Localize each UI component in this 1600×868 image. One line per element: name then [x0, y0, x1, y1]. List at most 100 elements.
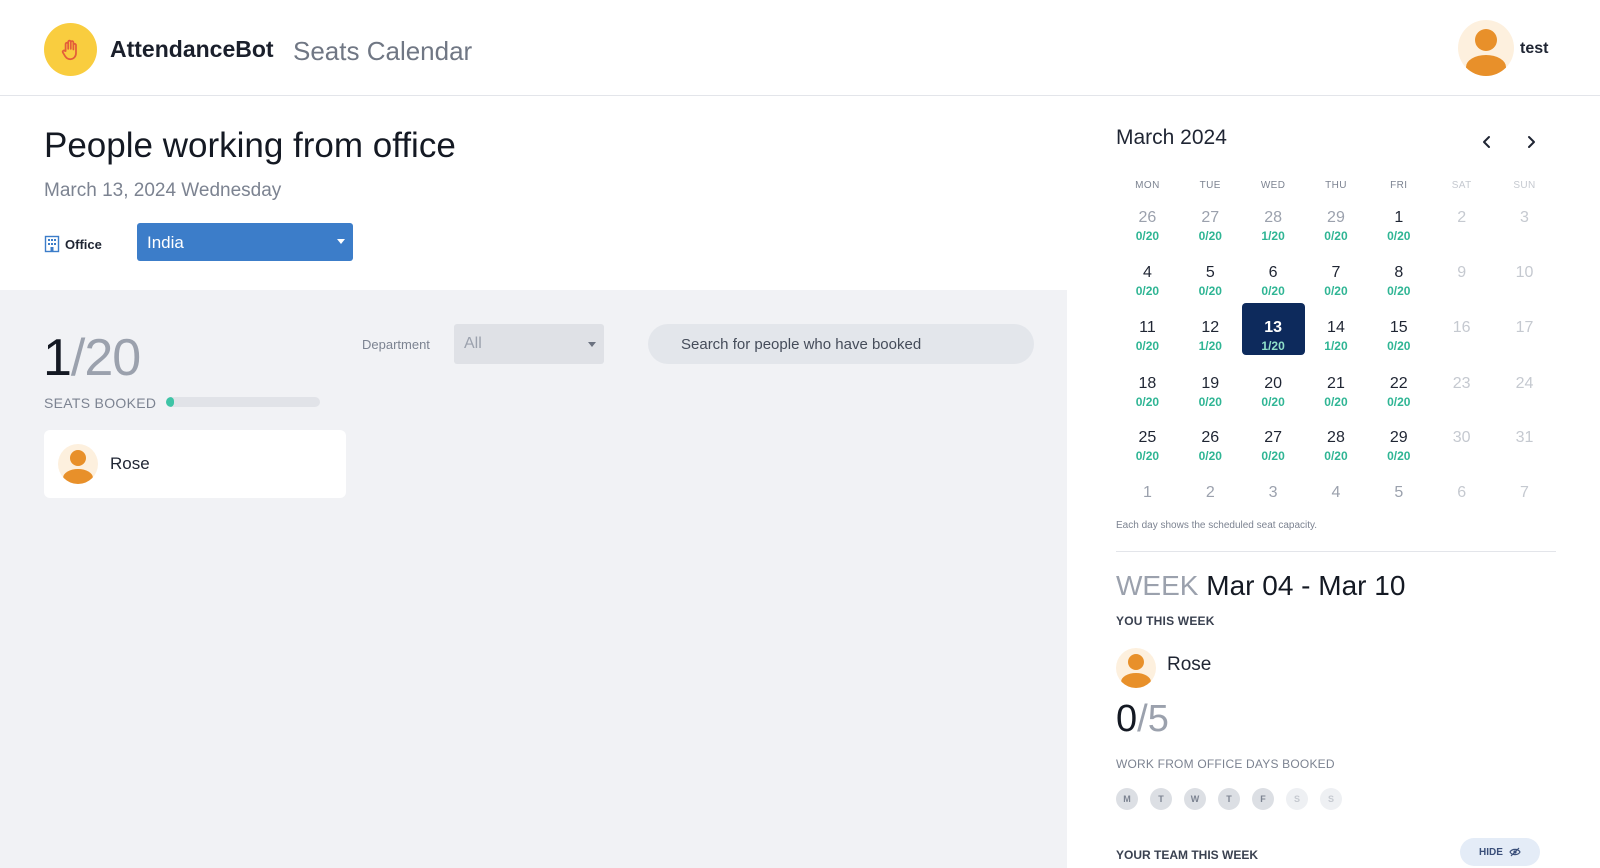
chevron-left-icon[interactable] [1475, 130, 1499, 154]
calendar-day[interactable]: 26 0/20 [1179, 411, 1242, 466]
calendar-day[interactable]: 8 0/20 [1367, 246, 1430, 301]
eye-slash-icon [1509, 847, 1521, 857]
weekday-header: SUN [1513, 180, 1536, 191]
calendar-day[interactable]: 12 1/20 [1179, 301, 1242, 356]
calendar-day[interactable]: 50/20 [1367, 466, 1430, 500]
office-select[interactable]: India [137, 223, 353, 261]
hide-button[interactable]: HIDE [1460, 838, 1540, 866]
calendar-day[interactable]: 26 0/20 [1116, 191, 1179, 246]
calendar-day[interactable]: 30/20 [1242, 466, 1305, 500]
day-capacity: 1/20 [1261, 338, 1285, 353]
day-number: 19 [1201, 374, 1220, 392]
day-number: 3 [1520, 209, 1529, 226]
calendar-day[interactable]: 25 0/20 [1116, 411, 1179, 466]
calendar-day[interactable]: 7 0/20 [1305, 246, 1368, 301]
day-number: 22 [1389, 374, 1408, 392]
calendar-day[interactable]: 29 0/20 [1367, 411, 1430, 466]
calendar-day[interactable]: 14 1/20 [1305, 301, 1368, 356]
calendar-day: 17 [1493, 301, 1556, 356]
day-number: 14 [1327, 318, 1345, 336]
calendar-day[interactable]: 27 0/20 [1179, 191, 1242, 246]
calendar-day[interactable]: 20/20 [1179, 466, 1242, 500]
calendar-day[interactable]: 10/20 [1116, 466, 1179, 500]
department-select-value: All [464, 335, 482, 352]
calendar-day[interactable]: 50/20 [1179, 246, 1242, 301]
day-number: 29 [1389, 429, 1408, 447]
avatar [1116, 648, 1156, 688]
day-number: 23 [1452, 374, 1471, 392]
caret-down-icon [337, 239, 345, 244]
day-capacity: 0/20 [1324, 283, 1348, 298]
day-capacity: 0/20 [1387, 283, 1411, 298]
seats-booked-label: SEATS BOOKED [44, 395, 157, 411]
calendar-day[interactable]: 40/20 [1305, 466, 1368, 500]
person-card[interactable]: Rose [44, 430, 346, 498]
chevron-right-icon[interactable] [1519, 130, 1543, 154]
day-number: 4 [1331, 484, 1341, 500]
day-number: 9 [1457, 263, 1467, 281]
user-avatar[interactable] [1458, 20, 1514, 76]
weekday-header: FRI [1390, 180, 1408, 191]
calendar-day[interactable]: 6 0/20 [1242, 246, 1305, 301]
brand-name: AttendanceBot [110, 36, 274, 62]
day-capacity: 0/20 [1198, 229, 1222, 243]
calendar-day[interactable]: 28 1/20 [1242, 191, 1305, 246]
day-capacity: 0/20 [1135, 449, 1160, 464]
user-name[interactable]: test [1520, 40, 1548, 58]
day-capacity: 0/20 [1135, 283, 1160, 298]
calendar-day[interactable]: 4 0/20 [1116, 246, 1179, 301]
day-number: 1 [1142, 484, 1152, 500]
calendar-day[interactable]: 10/20 [1367, 191, 1430, 246]
calendar-day: 3 [1493, 191, 1556, 246]
day-number: 13 [1264, 318, 1282, 336]
weekday-dot: T [1218, 788, 1240, 810]
calendar-day: 30 [1430, 411, 1493, 466]
you-this-week-label: YOU THIS WEEK [1116, 614, 1215, 628]
day-number: 5 [1205, 263, 1215, 281]
calendar-day[interactable]: 29 0/20 [1305, 191, 1368, 246]
calendar-day[interactable]: 15 0/20 [1367, 301, 1430, 356]
team-this-week-label: YOUR TEAM THIS WEEK [1116, 848, 1259, 862]
weekday-dot: T [1150, 788, 1172, 810]
office-select-value: India [147, 233, 184, 252]
day-capacity: 0/20 [1324, 229, 1348, 243]
office-label: Office [44, 235, 102, 253]
calendar-day[interactable]: 11 0/20 [1116, 301, 1179, 356]
calendar-grid: MON TUE WED THU FRI SAT SUN 26 0/20 27 0/20 28 1/20… [1116, 180, 1556, 500]
calendar-day[interactable]: 27 0/20 [1242, 411, 1305, 466]
building-icon [44, 235, 60, 253]
day-number: 4 [1142, 263, 1152, 281]
weekday-header: SAT [1451, 180, 1472, 191]
calendar-day[interactable]: 21 0/20 [1305, 357, 1368, 412]
day-capacity: 0/20 [1387, 449, 1411, 464]
calendar-day[interactable]: 22 0/20 [1367, 357, 1430, 412]
search-input[interactable] [648, 324, 1034, 364]
day-capacity: 0/20 [1387, 394, 1411, 409]
weekday-header: WED [1260, 180, 1286, 191]
hand-icon[interactable] [44, 23, 97, 76]
day-number: 18 [1138, 374, 1157, 392]
day-number: 26 [1138, 209, 1157, 226]
calendar-day[interactable]: 19 0/20 [1179, 357, 1242, 412]
seats-progress-fill [166, 397, 174, 407]
calendar-week: 26 0/20 27 0/20 28 1/20 29 0/20 1 0/20 2 3 [1116, 191, 1556, 246]
calendar-day[interactable]: 18 0/20 [1116, 357, 1179, 412]
day-number: 5 [1394, 484, 1404, 500]
calendar-day-selected[interactable]: 13 1/20 [1241, 302, 1305, 355]
day-number: 15 [1389, 318, 1408, 336]
day-number: 1 [1394, 209, 1404, 226]
day-number: 29 [1327, 209, 1345, 226]
weekday-dots: MTWTFSS [1116, 788, 1342, 810]
department-label: Department [362, 337, 430, 352]
calendar-week: 11 0/20 12 1/20 13 1/20 14 1/20 15 0/20 16 17 [1116, 301, 1556, 357]
weekday-header: TUE [1199, 180, 1221, 191]
calendar-day[interactable]: 20 0/20 [1242, 357, 1305, 412]
day-capacity: 0/20 [1261, 394, 1285, 409]
hide-button-label: HIDE [1479, 846, 1503, 858]
calendar-day: 10 [1493, 246, 1556, 301]
department-select[interactable]: All [454, 324, 604, 364]
app-title: Seats Calendar [293, 36, 473, 66]
calendar-day: 6 [1430, 466, 1493, 500]
day-number: 28 [1264, 209, 1282, 226]
calendar-day[interactable]: 28 0/20 [1305, 411, 1368, 466]
